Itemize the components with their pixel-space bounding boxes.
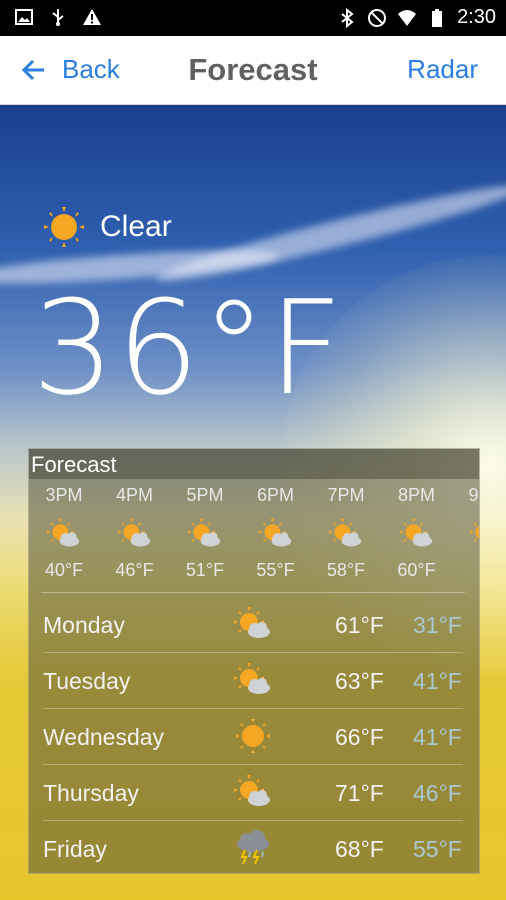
hourly-temp: 46°F <box>115 560 154 580</box>
daily-row[interactable]: Tuesday 63°F 41°F <box>43 653 463 709</box>
forecast-panel: Forecast 3PM 40°F 4PM 46°F 5PM 51°F 6PM 55°F 7PM… <box>28 448 480 874</box>
daily-row[interactable]: Wednesday 66°F 41°F <box>43 709 463 765</box>
hourly-time: 7PM <box>327 485 365 505</box>
partly-cloudy-icon <box>328 518 364 550</box>
partly-cloudy-icon <box>233 661 273 699</box>
thunderstorm-icon <box>233 829 273 867</box>
hourly-item: 6PM 55°F <box>241 485 311 581</box>
partly-cloudy-icon <box>258 518 294 550</box>
hourly-forecast[interactable]: 3PM 40°F 4PM 46°F 5PM 51°F 6PM 55°F 7PM 58°F 8PM 60… <box>29 485 479 593</box>
day-low-temp: 31°F <box>413 612 462 638</box>
status-time: 2:30 <box>457 6 496 28</box>
day-high-temp: 71°F <box>335 780 384 806</box>
day-name: Tuesday <box>43 668 131 694</box>
current-temperature: 36°F <box>32 272 346 424</box>
hourly-item: 5PM 51°F <box>170 485 240 581</box>
day-high-temp: 68°F <box>335 836 384 862</box>
day-high-temp: 66°F <box>335 724 384 750</box>
daily-forecast: Monday 61°F 31°F Tuesday 63°F 41°F Wednesday 66… <box>43 597 463 873</box>
hourly-temp: 6 <box>452 560 479 581</box>
daily-row[interactable]: Thursday 71°F 46°F <box>43 765 463 821</box>
usb-icon <box>52 9 64 26</box>
day-high-temp: 61°F <box>335 612 384 638</box>
sunny-icon <box>44 207 84 247</box>
day-low-temp: 46°F <box>413 780 462 806</box>
hourly-temp: 60°F <box>397 560 436 580</box>
day-name: Monday <box>43 612 125 638</box>
hourly-time: 4PM <box>115 485 153 505</box>
battery-icon <box>432 8 443 27</box>
daily-row[interactable]: Friday 68°F 55°F <box>43 821 463 873</box>
wifi-icon <box>398 9 417 26</box>
day-low-temp: 55°F <box>413 836 462 862</box>
hourly-item: 3PM 40°F <box>29 485 99 581</box>
divider <box>41 592 465 593</box>
status-bar: 2:30 <box>0 0 506 36</box>
hourly-item: 8PM 60°F <box>382 485 452 581</box>
day-low-temp: 41°F <box>413 724 462 750</box>
hourly-time: 5PM <box>186 485 224 505</box>
arrow-left-icon <box>21 59 44 80</box>
partly-cloudy-icon <box>187 518 223 550</box>
forecast-title: Forecast <box>29 449 479 479</box>
day-name: Wednesday <box>43 724 165 750</box>
do-not-disturb-icon <box>368 8 387 27</box>
hourly-item: 9PM 6 <box>452 485 479 581</box>
day-high-temp: 63°F <box>335 668 384 694</box>
weather-background: Clear 36°F Forecast 3PM 40°F 4PM 46°F 5PM 51°… <box>0 105 506 900</box>
partly-cloudy-icon <box>46 518 82 550</box>
hourly-temp: 51°F <box>185 560 225 580</box>
back-button[interactable]: Back <box>20 54 120 85</box>
hourly-time: 3PM <box>45 485 83 505</box>
hourly-time: 8PM <box>397 485 435 505</box>
daily-row[interactable]: Monday 61°F 31°F <box>43 597 463 653</box>
sunny-icon <box>233 717 273 755</box>
hourly-item: 7PM 58°F <box>311 485 381 581</box>
partly-cloudy-icon <box>469 518 479 550</box>
app-bar: Back Forecast Radar <box>0 36 506 105</box>
partly-cloudy-icon <box>117 518 153 550</box>
hourly-time: 9PM <box>468 485 479 505</box>
day-name: Friday <box>43 836 107 862</box>
bluetooth-icon <box>341 7 354 28</box>
hourly-temp: 58°F <box>326 560 366 580</box>
partly-cloudy-icon <box>233 773 273 811</box>
back-label: Back <box>62 54 120 84</box>
partly-cloudy-icon <box>233 605 273 643</box>
warning-icon <box>83 9 101 25</box>
image-icon <box>15 9 33 25</box>
partly-cloudy-icon <box>399 518 435 550</box>
radar-button[interactable]: Radar <box>407 54 478 85</box>
hourly-temp: 40°F <box>44 560 84 580</box>
day-low-temp: 41°F <box>413 668 462 694</box>
hourly-temp: 55°F <box>256 560 295 580</box>
day-name: Thursday <box>43 780 139 806</box>
condition-label: Clear <box>100 210 172 243</box>
hourly-time: 6PM <box>256 485 294 505</box>
current-condition: Clear <box>42 205 172 249</box>
hourly-item: 4PM 46°F <box>100 485 170 581</box>
